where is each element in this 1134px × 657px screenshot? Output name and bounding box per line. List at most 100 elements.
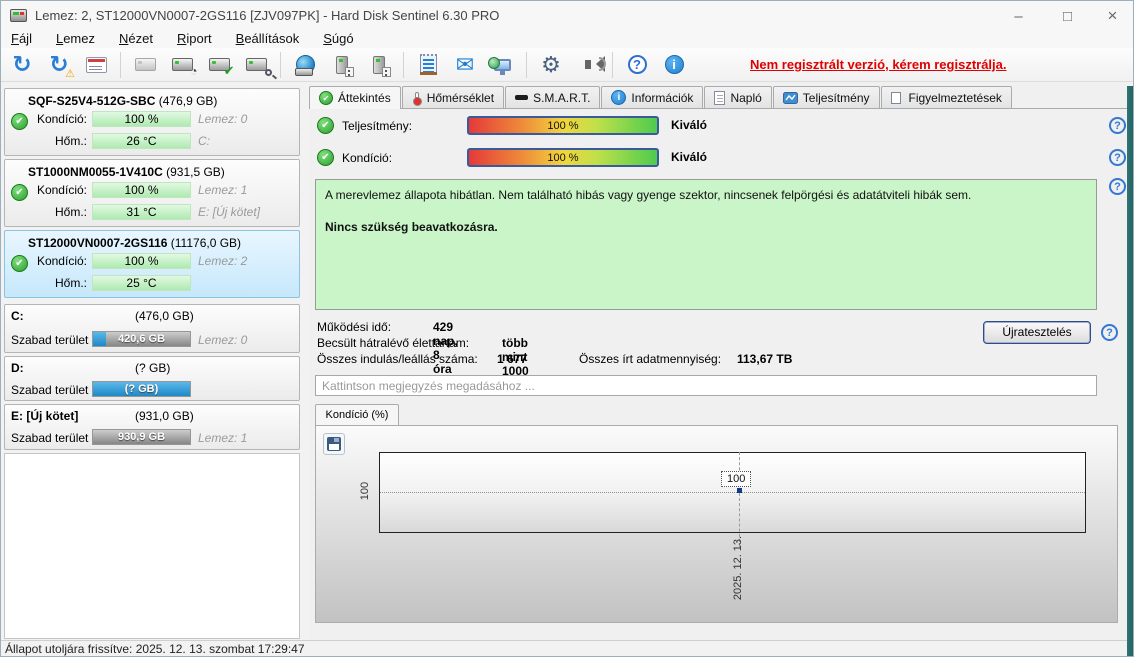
free-space-bar: 930,9 GB	[92, 429, 191, 445]
toolbar-separator	[403, 52, 404, 78]
network-disk-icon[interactable]	[292, 52, 318, 78]
disk-card-2-selected[interactable]: ST12000VN0007-2GS116 (11176,0 GB) ✔ Kond…	[4, 230, 300, 298]
minimize-button[interactable]: –	[996, 1, 1041, 31]
help-icon[interactable]: ?	[1109, 117, 1126, 134]
free-space-label: Szabad terület	[11, 431, 88, 445]
app-icon	[10, 9, 27, 22]
condition-label: Kondíció:	[5, 183, 87, 197]
disk-schedule-icon[interactable]: ◔	[169, 52, 195, 78]
menu-item-beallitasok[interactable]: Beállítások	[236, 31, 300, 48]
save-icon	[327, 437, 341, 451]
power-on-label: Működési idő:	[317, 320, 391, 334]
disk-card-1[interactable]: ST1000NM0055-1V410C (931,5 GB) ✔ Kondíci…	[4, 159, 300, 227]
tab-smart[interactable]: S.M.A.R.T.	[505, 86, 600, 108]
retest-button[interactable]: Újratesztelés	[983, 321, 1091, 344]
log-icon	[714, 91, 725, 105]
disk-number-label: Lemez: 2	[198, 254, 247, 268]
lifetime-label: Becsült hátralévő élettartam:	[317, 336, 469, 350]
condition-label: Kondíció:	[342, 151, 392, 165]
free-space-value: 420,6 GB	[93, 332, 190, 347]
disk-disconnect-icon[interactable]	[366, 52, 392, 78]
network-monitor-icon[interactable]	[489, 52, 515, 78]
partition-card-e[interactable]: E: [Új kötet] (931,0 GB) Szabad terület …	[4, 404, 300, 450]
help-icon[interactable]: ?	[1109, 149, 1126, 166]
app-window: Lemez: 2, ST12000VN0007-2GS116 [ZJV097PK…	[0, 0, 1134, 657]
disk-number-label: Lemez: 1	[198, 431, 247, 445]
condition-history-panel: 100 100 2025. 12. 13.	[315, 425, 1118, 623]
partition-size: (476,0 GB)	[135, 309, 194, 323]
condition-label: Kondíció:	[5, 254, 87, 268]
condition-bar: 100 %	[92, 253, 191, 269]
comment-input[interactable]	[315, 375, 1097, 396]
y-tick-label: 100	[359, 471, 373, 511]
free-space-bar: (? GB)	[92, 381, 191, 397]
performance-label: Teljesítmény:	[342, 119, 412, 133]
health-status-text: A merevlemez állapota hibátlan. Nem talá…	[325, 187, 1087, 203]
menu-item-riport[interactable]: Riport	[177, 31, 212, 48]
help-icon[interactable]: ?	[624, 52, 650, 78]
tab-label: Hőmérséklet	[427, 91, 494, 105]
tab-figyelmeztetesek[interactable]: Figyelmeztetések	[881, 86, 1012, 108]
refresh-warning-icon[interactable]: ↻⚠	[46, 52, 72, 78]
tab-naplo[interactable]: Napló	[704, 86, 771, 108]
temperature-bar: 25 °C	[92, 275, 191, 291]
disk-connect-icon[interactable]	[329, 52, 355, 78]
check-badge-icon: ✔	[224, 64, 235, 77]
refresh-icon[interactable]: ↻	[9, 52, 35, 78]
mail-icon[interactable]: ✉	[452, 52, 478, 78]
help-icon[interactable]: ?	[1101, 324, 1118, 341]
free-space-bar: 420,6 GB	[92, 331, 191, 347]
temperature-label: Hőm.:	[5, 134, 87, 148]
disk-search-icon[interactable]	[243, 52, 269, 78]
registration-link[interactable]: Nem regisztrált verzió, kérem regisztrál…	[750, 57, 1007, 72]
condition-chart-tab[interactable]: Kondíció (%)	[315, 404, 399, 425]
menu-item-nezet[interactable]: Nézet	[119, 31, 153, 48]
partition-card-c[interactable]: C: (476,0 GB) Szabad terület 420,6 GB Le…	[4, 304, 300, 353]
tab-teljesitmeny[interactable]: Teljesítmény	[773, 86, 880, 108]
disk-name: ST12000VN0007-2GS116	[28, 236, 167, 250]
condition-row: ✔ Kondíció: 100 % Kiváló ?	[317, 150, 1117, 168]
disk-number-label: Lemez: 1	[198, 183, 247, 197]
tab-attekintes[interactable]: ✔Áttekintés	[309, 86, 401, 109]
tower-glyph	[373, 56, 385, 74]
disk-card-0[interactable]: SQF-S25V4-512G-SBC (476,9 GB) ✔ Kondíció…	[4, 88, 300, 156]
help-icon[interactable]: ?	[1109, 178, 1126, 195]
maximize-button[interactable]: □	[1045, 1, 1090, 31]
tab-bar: ✔Áttekintés Hőmérséklet S.M.A.R.T. iInfo…	[309, 86, 1013, 108]
info-icon[interactable]: i	[661, 52, 687, 78]
info-glyph: i	[665, 55, 684, 74]
report-window-icon[interactable]	[83, 52, 109, 78]
sound-icon[interactable]	[575, 52, 601, 78]
notes-glyph	[420, 54, 437, 75]
condition-bar: 100 %	[92, 111, 191, 127]
main-panel: ✔Áttekintés Hőmérséklet S.M.A.R.T. iInfo…	[309, 82, 1127, 641]
performance-rating: Kiváló	[671, 118, 707, 132]
menu-item-fajl[interactable]: Fájl	[11, 31, 32, 48]
close-button[interactable]: ×	[1090, 1, 1134, 31]
settings-gear-icon[interactable]: ⚙	[538, 52, 564, 78]
disk-offline-icon[interactable]	[132, 52, 158, 78]
menu-item-lemez[interactable]: Lemez	[56, 31, 95, 48]
disk-title: ST12000VN0007-2GS116 (11176,0 GB)	[28, 236, 241, 250]
tab-informaciok[interactable]: iInformációk	[601, 86, 703, 108]
plug-glyph	[345, 67, 354, 77]
partition-card-d[interactable]: D: (? GB) Szabad terület (? GB)	[4, 356, 300, 401]
menu-item-sugo[interactable]: Súgó	[323, 31, 353, 48]
thermometer-icon	[415, 92, 419, 103]
mail-glyph: ✉	[456, 54, 474, 76]
written-value: 113,67 TB	[737, 352, 792, 366]
tab-homerseklet[interactable]: Hőmérséklet	[402, 86, 504, 108]
help-glyph: ?	[628, 55, 647, 74]
save-chart-button[interactable]	[323, 433, 345, 455]
disk-accept-icon[interactable]: ✔	[206, 52, 232, 78]
title-bar: Lemez: 2, ST12000VN0007-2GS116 [ZJV097PK…	[1, 1, 1134, 31]
report-glyph	[86, 57, 107, 73]
report-notes-icon[interactable]	[415, 52, 441, 78]
disk-name: ST1000NM0055-1V410C	[28, 165, 163, 179]
free-space-value: 930,9 GB	[93, 430, 190, 445]
globe-glyph	[488, 57, 500, 69]
tab-label: Napló	[730, 91, 761, 105]
drive-letter-label: C:	[198, 134, 210, 148]
pages-icon	[891, 92, 901, 104]
toolbar-separator	[612, 52, 613, 78]
